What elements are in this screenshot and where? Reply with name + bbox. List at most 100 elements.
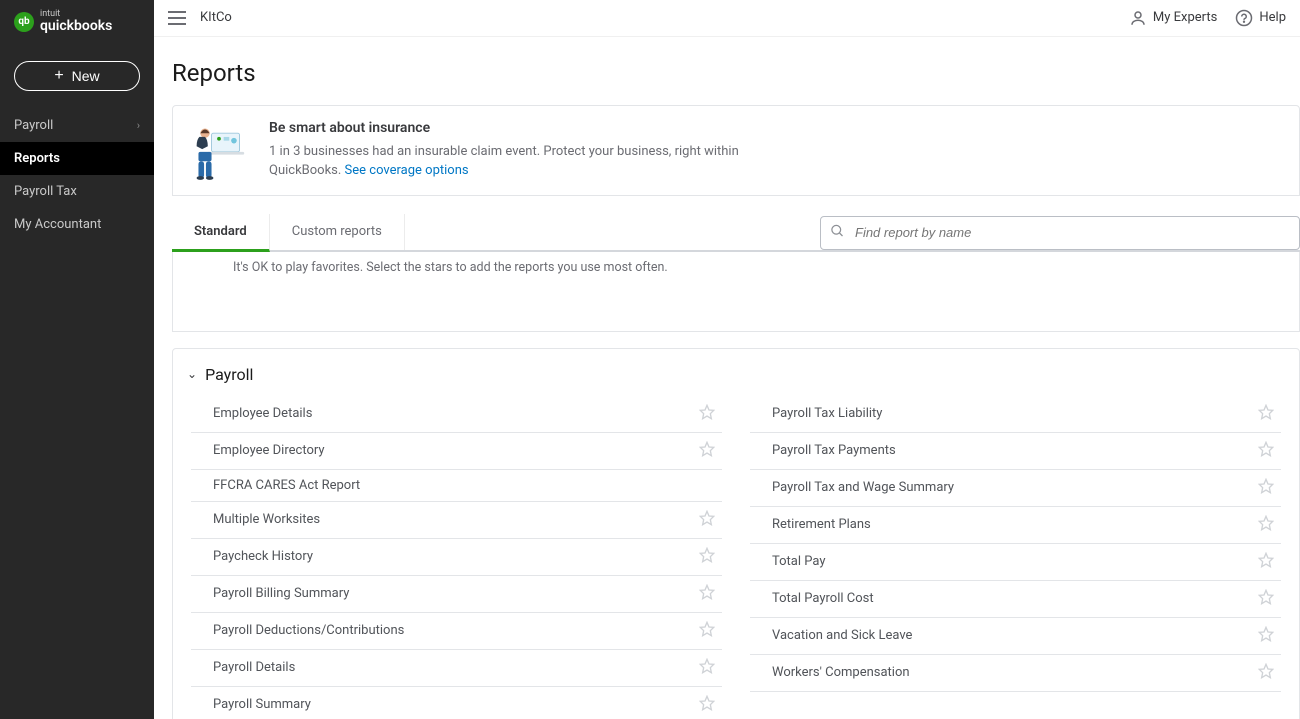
my-experts-link[interactable]: My Experts bbox=[1129, 9, 1217, 27]
favorites-hint: It's OK to play favorites. Select the st… bbox=[233, 260, 668, 275]
new-button[interactable]: + New bbox=[14, 61, 140, 91]
sidebar-item-reports[interactable]: Reports bbox=[0, 142, 154, 175]
star-icon[interactable] bbox=[698, 404, 716, 424]
report-row: Payroll Tax Payments bbox=[750, 433, 1281, 470]
help-icon bbox=[1235, 9, 1253, 27]
plus-icon: + bbox=[54, 68, 63, 84]
topbar-right: My Experts Help bbox=[1129, 9, 1286, 27]
star-icon[interactable] bbox=[1257, 515, 1275, 535]
report-row: Payroll Details bbox=[191, 650, 722, 687]
report-row: FFCRA CARES Act Report bbox=[191, 470, 722, 502]
menu-icon[interactable] bbox=[168, 11, 186, 25]
star-icon[interactable] bbox=[1257, 552, 1275, 572]
report-link[interactable]: Retirement Plans bbox=[772, 517, 871, 532]
report-columns: Employee Details Employee Directory FFCRA … bbox=[191, 396, 1281, 719]
help-link[interactable]: Help bbox=[1235, 9, 1286, 27]
report-row: Total Pay bbox=[750, 544, 1281, 581]
star-icon[interactable] bbox=[1257, 589, 1275, 609]
tabs-row: Standard Custom reports bbox=[172, 214, 1300, 252]
report-link[interactable]: Workers' Compensation bbox=[772, 665, 910, 680]
star-icon[interactable] bbox=[698, 621, 716, 641]
payroll-section: ⌄ Payroll Employee Details Employee Direc… bbox=[172, 348, 1300, 719]
my-experts-label: My Experts bbox=[1153, 10, 1217, 25]
star-icon[interactable] bbox=[1257, 404, 1275, 424]
report-link[interactable]: Multiple Worksites bbox=[213, 512, 320, 527]
report-link[interactable]: FFCRA CARES Act Report bbox=[213, 478, 360, 493]
report-link[interactable]: Employee Details bbox=[213, 406, 312, 421]
chevron-right-icon: › bbox=[137, 119, 140, 132]
search-wrap bbox=[820, 216, 1300, 250]
report-link[interactable]: Total Payroll Cost bbox=[772, 591, 874, 606]
star-icon[interactable] bbox=[698, 441, 716, 461]
report-link[interactable]: Payroll Deductions/Contributions bbox=[213, 623, 404, 638]
banner-body: Be smart about insurance 1 in 3 business… bbox=[269, 120, 789, 181]
star-icon[interactable] bbox=[1257, 663, 1275, 683]
insurance-banner: Be smart about insurance 1 in 3 business… bbox=[172, 105, 1300, 196]
logo-text: intuit quickbooks bbox=[40, 10, 112, 33]
report-link[interactable]: Payroll Tax and Wage Summary bbox=[772, 480, 954, 495]
report-link[interactable]: Payroll Billing Summary bbox=[213, 586, 349, 601]
sidebar-item-my-accountant[interactable]: My Accountant bbox=[0, 208, 154, 241]
report-row: Total Payroll Cost bbox=[750, 581, 1281, 618]
report-col-right: Payroll Tax Liability Payroll Tax Payment… bbox=[750, 396, 1281, 719]
report-link[interactable]: Payroll Summary bbox=[213, 697, 311, 712]
star-icon[interactable] bbox=[698, 695, 716, 715]
banner-desc: 1 in 3 businesses had an insurable claim… bbox=[269, 144, 739, 179]
sidebar-item-label: My Accountant bbox=[14, 217, 101, 232]
logo-product: quickbooks bbox=[40, 18, 112, 34]
report-link[interactable]: Payroll Details bbox=[213, 660, 295, 675]
report-link[interactable]: Employee Directory bbox=[213, 443, 325, 458]
sidebar-item-label: Payroll Tax bbox=[14, 184, 77, 199]
report-row: Multiple Worksites bbox=[191, 502, 722, 539]
banner-link[interactable]: See coverage options bbox=[345, 163, 469, 178]
tab-custom-reports[interactable]: Custom reports bbox=[270, 214, 405, 250]
sidebar-item-label: Reports bbox=[14, 151, 60, 166]
person-icon bbox=[1129, 9, 1147, 27]
report-link[interactable]: Payroll Tax Liability bbox=[772, 406, 882, 421]
report-row: Workers' Compensation bbox=[750, 655, 1281, 692]
report-row: Retirement Plans bbox=[750, 507, 1281, 544]
company-name[interactable]: KItCo bbox=[200, 10, 232, 25]
chevron-down-icon: ⌄ bbox=[187, 367, 197, 381]
report-col-left: Employee Details Employee Directory FFCRA … bbox=[191, 396, 722, 719]
report-row: Payroll Tax Liability bbox=[750, 396, 1281, 433]
new-button-label: New bbox=[72, 68, 100, 84]
star-icon[interactable] bbox=[698, 658, 716, 678]
sidebar: qb intuit quickbooks + New Payroll › Rep… bbox=[0, 0, 154, 719]
report-row: Payroll Summary bbox=[191, 687, 722, 719]
report-row: Payroll Billing Summary bbox=[191, 576, 722, 613]
search-icon bbox=[830, 223, 845, 242]
star-icon[interactable] bbox=[698, 547, 716, 567]
section-title: Payroll bbox=[205, 365, 253, 384]
content: Reports bbox=[154, 37, 1300, 719]
page-title: Reports bbox=[172, 59, 1300, 105]
side-nav: Payroll › Reports Payroll Tax My Account… bbox=[0, 109, 154, 241]
star-icon[interactable] bbox=[1257, 478, 1275, 498]
banner-title: Be smart about insurance bbox=[269, 120, 789, 136]
report-row: Payroll Tax and Wage Summary bbox=[750, 470, 1281, 507]
report-row: Payroll Deductions/Contributions bbox=[191, 613, 722, 650]
report-row: Employee Directory bbox=[191, 433, 722, 470]
report-link[interactable]: Total Pay bbox=[772, 554, 826, 569]
topbar: KItCo My Experts Help bbox=[154, 0, 1300, 37]
sidebar-item-label: Payroll bbox=[14, 118, 53, 133]
tab-standard[interactable]: Standard bbox=[172, 214, 270, 252]
star-icon[interactable] bbox=[1257, 441, 1275, 461]
report-row: Vacation and Sick Leave bbox=[750, 618, 1281, 655]
star-icon[interactable] bbox=[698, 584, 716, 604]
logo[interactable]: qb intuit quickbooks bbox=[0, 0, 154, 43]
star-icon[interactable] bbox=[1257, 626, 1275, 646]
sidebar-item-payroll-tax[interactable]: Payroll Tax bbox=[0, 175, 154, 208]
favorites-box: It's OK to play favorites. Select the st… bbox=[172, 252, 1300, 332]
main: KItCo My Experts Help Reports bbox=[154, 0, 1300, 719]
tabs: Standard Custom reports bbox=[172, 214, 405, 250]
sidebar-item-payroll[interactable]: Payroll › bbox=[0, 109, 154, 142]
report-link[interactable]: Paycheck History bbox=[213, 549, 313, 564]
report-row: Paycheck History bbox=[191, 539, 722, 576]
banner-text: 1 in 3 businesses had an insurable claim… bbox=[269, 142, 789, 181]
search-input[interactable] bbox=[820, 216, 1300, 250]
report-link[interactable]: Vacation and Sick Leave bbox=[772, 628, 912, 643]
section-header[interactable]: ⌄ Payroll bbox=[187, 365, 1281, 384]
report-link[interactable]: Payroll Tax Payments bbox=[772, 443, 896, 458]
star-icon[interactable] bbox=[698, 510, 716, 530]
